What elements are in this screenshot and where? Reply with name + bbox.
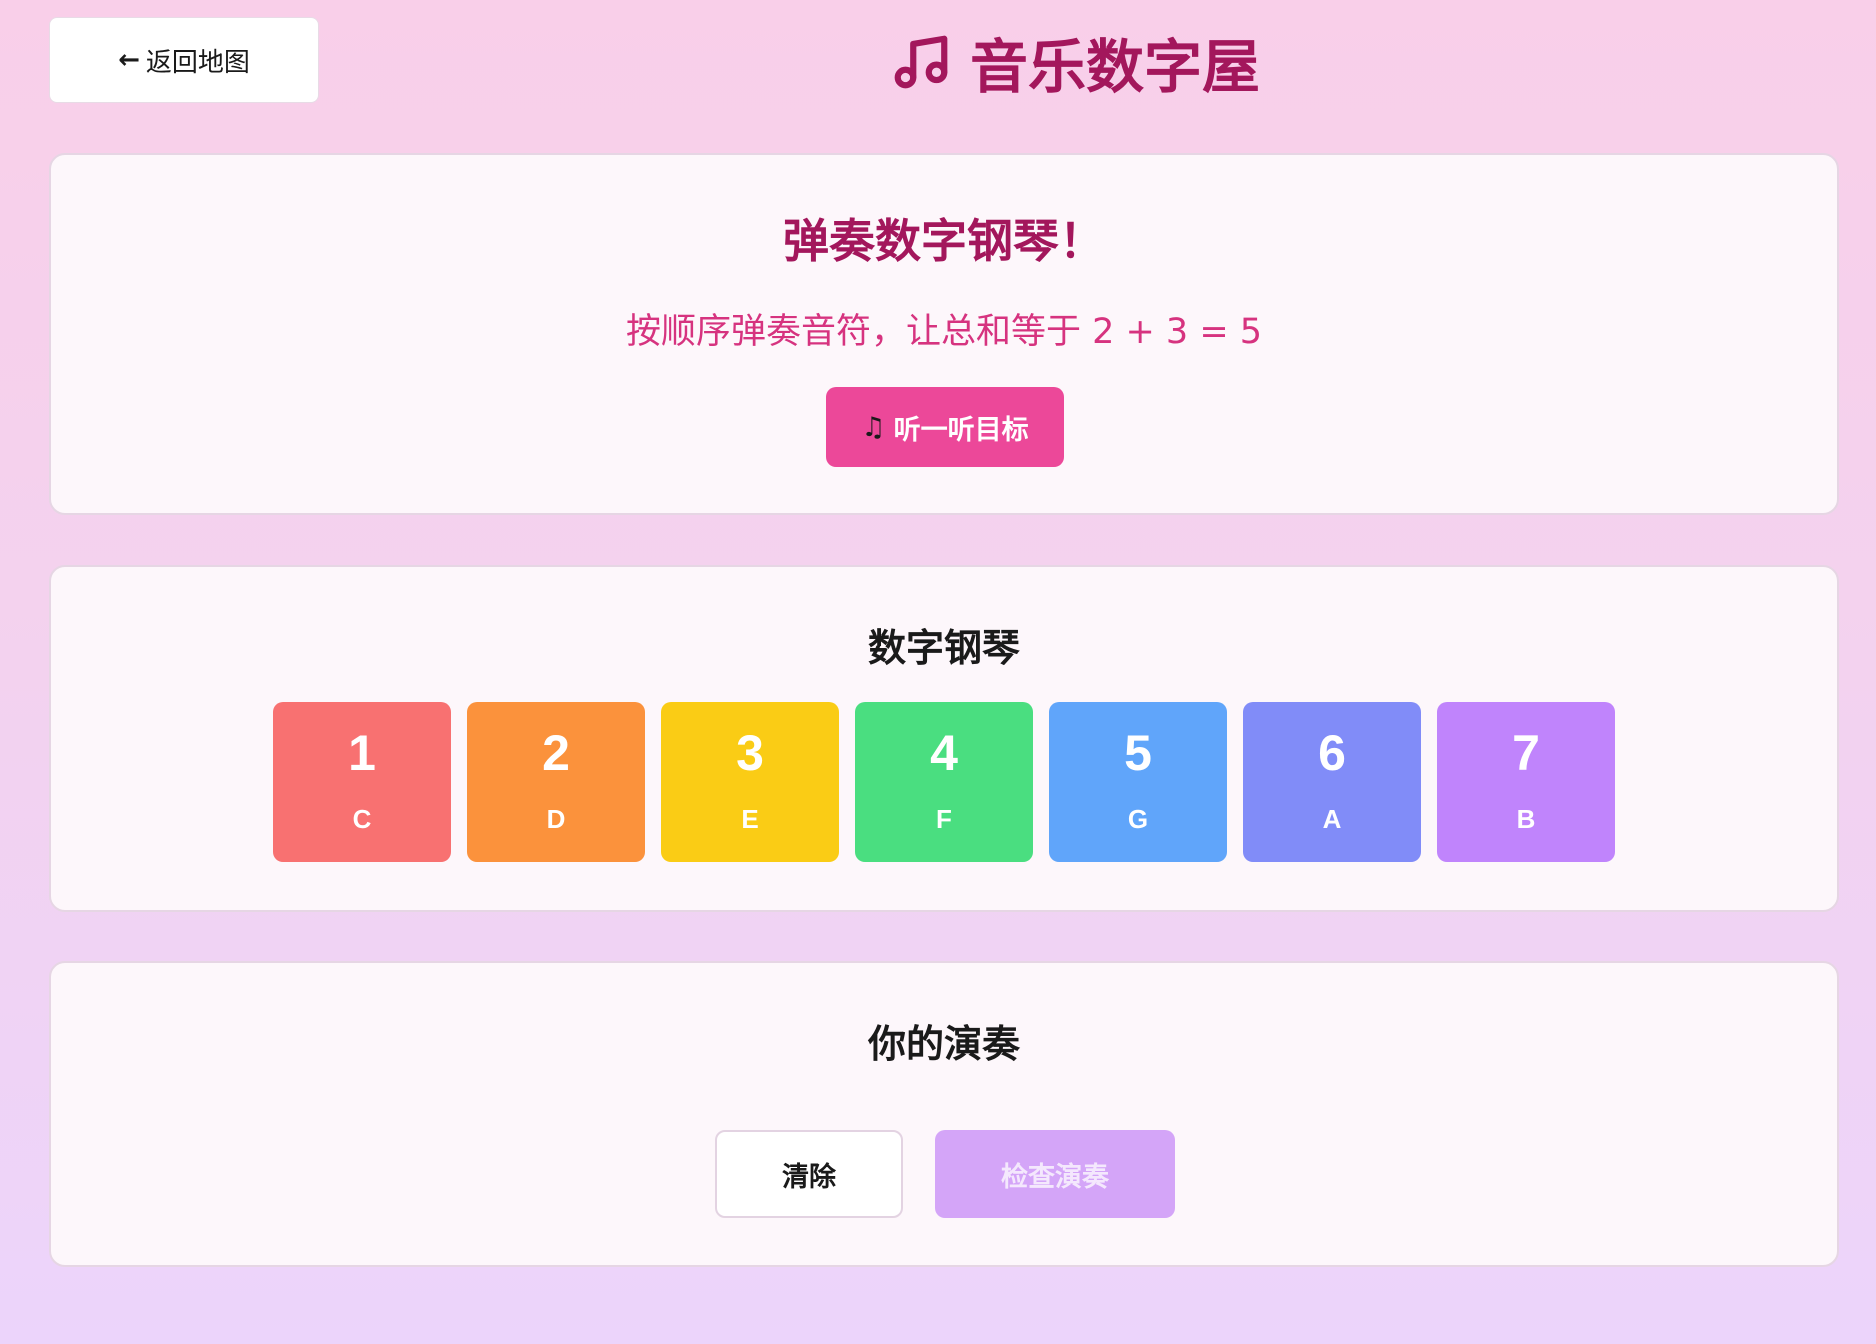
music-note-icon: ♫ [861,411,886,443]
key-number: 7 [1512,725,1540,781]
key-note: G [1127,804,1149,834]
page-title-text: 音乐数字屋 [970,33,1261,101]
key-number: 5 [1124,725,1152,781]
key-number: 4 [930,725,958,781]
piano-key-2[interactable]: 2 D [467,702,645,862]
piano-key-5[interactable]: 5 G [1049,702,1227,862]
performance-card: 你的演奏 清除 检查演奏 [49,961,1839,1267]
target-description: 按顺序弹奏音符，让总和等于 2 + 3 = 5 [625,312,1263,352]
key-number: 1 [348,725,376,781]
piano-key-4[interactable]: 4 F [855,702,1033,862]
key-note: B [1516,804,1536,834]
target-card: 弹奏数字钢琴！ 按顺序弹奏音符，让总和等于 2 + 3 = 5 ♫ 听一听目标 [49,153,1839,515]
performance-heading: 你的演奏 [867,1022,1020,1066]
piano-key-3[interactable]: 3 E [661,702,839,862]
key-number: 2 [542,725,570,781]
check-performance-button[interactable]: 检查演奏 [935,1130,1175,1218]
key-note: D [546,804,566,834]
clear-button[interactable]: 清除 [715,1130,903,1218]
back-button-label: 返回地图 [145,47,250,78]
piano-key-1[interactable]: 1 C [273,702,451,862]
back-to-map-button[interactable]: ← 返回地图 [49,17,319,103]
listen-button-label: 听一听目标 [893,414,1029,446]
piano-key-6[interactable]: 6 A [1243,702,1421,862]
listen-target-button[interactable]: ♫ 听一听目标 [826,387,1064,467]
piano-heading: 数字钢琴 [867,626,1020,670]
key-note: C [352,804,372,834]
key-note: A [1322,804,1342,834]
piano-keys: 1 C 2 D 3 E 4 F 5 G 6 A 7 B [273,702,1615,862]
piano-key-7[interactable]: 7 B [1437,702,1615,862]
music-notes-icon [894,35,948,89]
key-note: F [936,804,952,834]
key-number: 3 [736,725,764,781]
arrow-left-icon: ← [118,45,140,75]
piano-card: 数字钢琴 1 C 2 D 3 E 4 F 5 G 6 A 7 B [49,565,1839,912]
page-title: 音乐数字屋 [890,22,1260,102]
key-note: E [741,804,759,834]
target-heading: 弹奏数字钢琴！ [783,214,1105,268]
key-number: 6 [1318,725,1346,781]
